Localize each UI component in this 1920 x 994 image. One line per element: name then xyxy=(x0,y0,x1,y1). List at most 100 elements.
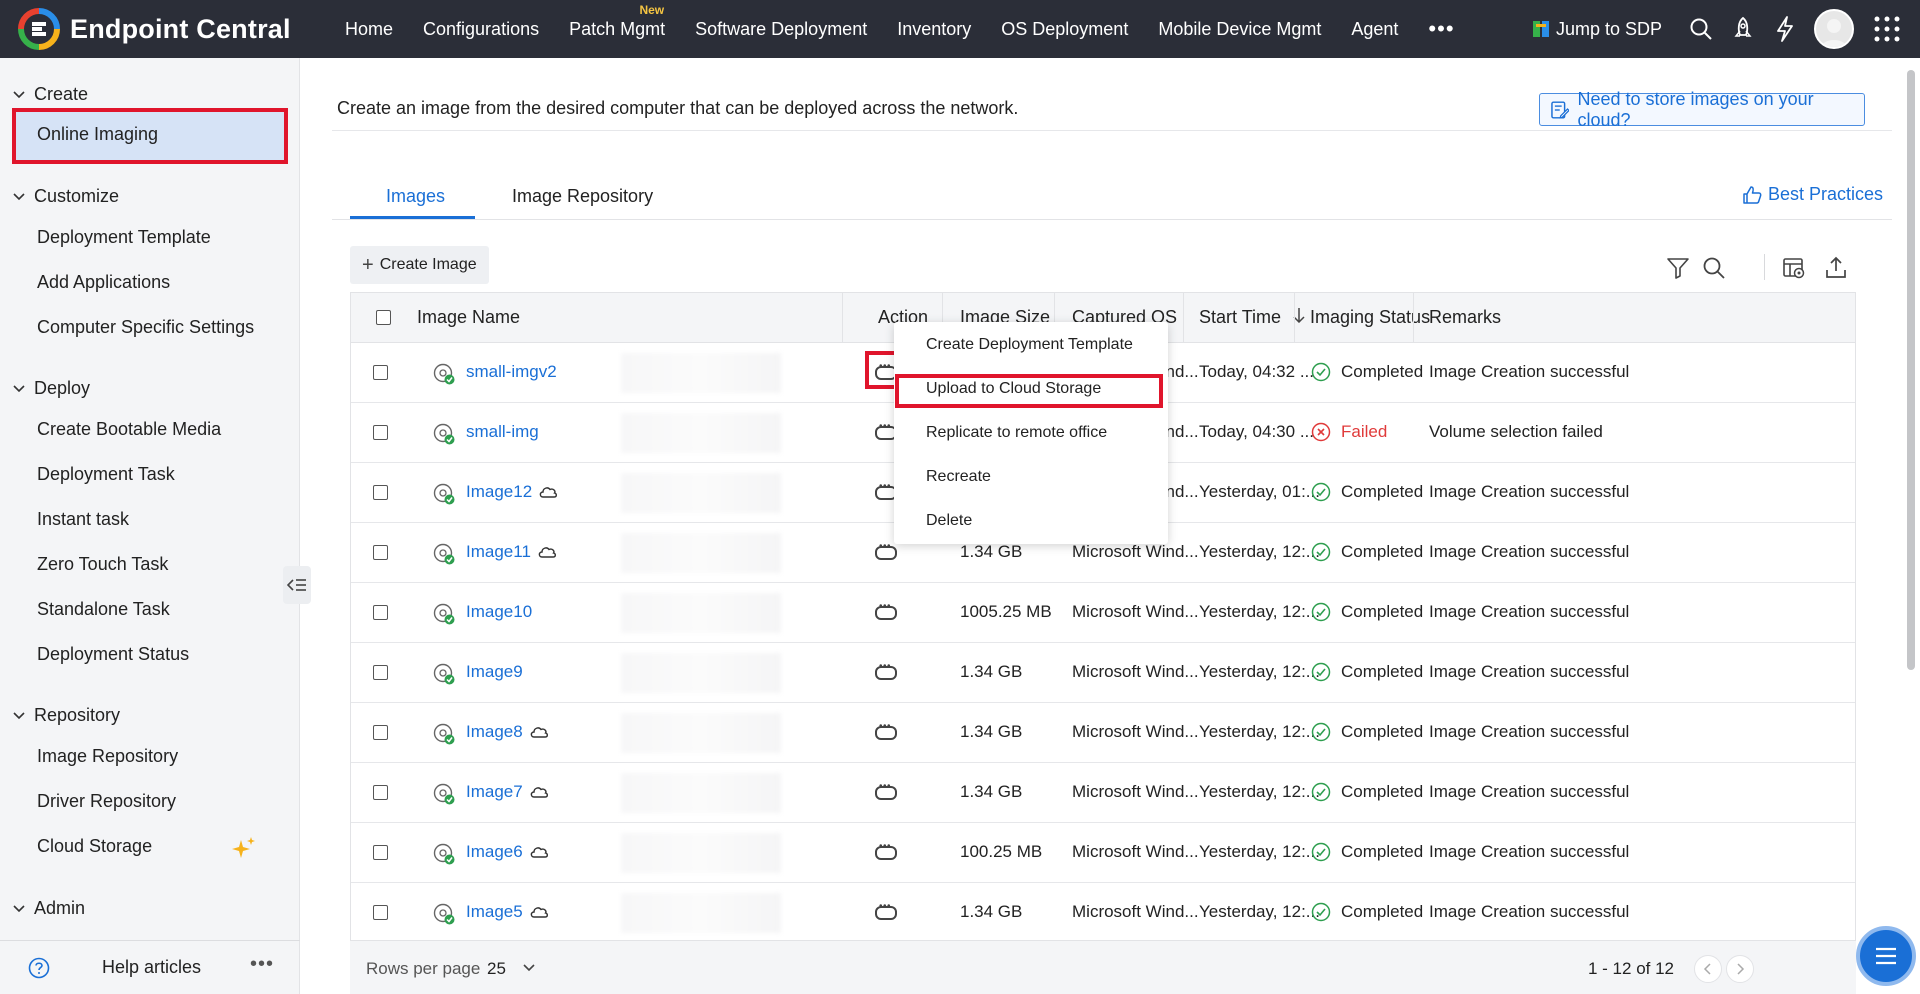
more-actions-icon[interactable] xyxy=(875,721,897,740)
sidebar-item-instant-task[interactable]: Instant task xyxy=(37,509,129,530)
image-icon xyxy=(433,483,455,505)
sidebar-section-customize[interactable]: Customize xyxy=(12,186,119,207)
chevron-down-icon xyxy=(13,384,25,392)
nav-more-button[interactable]: ••• xyxy=(1413,0,1469,58)
sidebar-item-deployment-task[interactable]: Deployment Task xyxy=(37,464,175,485)
menu-recreate[interactable]: Recreate xyxy=(926,468,991,486)
image-name-link[interactable]: Image9 xyxy=(466,662,523,682)
menu-create-deployment-template[interactable]: Create Deployment Template xyxy=(926,336,1133,354)
sidebar-section-deploy[interactable]: Deploy xyxy=(12,378,90,399)
nav-agent-label: Agent xyxy=(1351,18,1399,39)
brand[interactable]: Endpoint Central xyxy=(0,8,330,50)
sidebar-item-image-repository[interactable]: Image Repository xyxy=(37,746,178,767)
best-practices-link[interactable]: Best Practices xyxy=(1742,184,1883,205)
more-options-icon[interactable]: ••• xyxy=(250,953,274,976)
menu-delete[interactable]: Delete xyxy=(926,512,972,530)
lightning-icon[interactable] xyxy=(1772,16,1798,42)
row-checkbox[interactable] xyxy=(373,545,388,560)
image-name-link[interactable]: Image12 xyxy=(466,482,558,502)
nav-mobile-device-mgmt[interactable]: Mobile Device Mgmt xyxy=(1143,0,1336,58)
sidebar-section-repository[interactable]: Repository xyxy=(12,705,120,726)
more-actions-icon[interactable] xyxy=(875,661,897,680)
image-name-link[interactable]: small-img xyxy=(466,422,539,442)
tabs-divider xyxy=(332,219,1892,220)
more-actions-icon[interactable] xyxy=(875,601,897,620)
nav-software-deployment[interactable]: Software Deployment xyxy=(680,0,882,58)
header-image-name[interactable]: Image Name xyxy=(417,307,520,328)
more-actions-icon[interactable] xyxy=(875,901,897,920)
sidebar-item-create-bootable-media[interactable]: Create Bootable Media xyxy=(37,419,221,440)
redacted-cell xyxy=(621,353,781,393)
nav-home[interactable]: Home xyxy=(330,0,408,58)
tab-images[interactable]: Images xyxy=(386,186,445,207)
previous-page-button[interactable] xyxy=(1694,955,1722,983)
sidebar-item-zero-touch-task[interactable]: Zero Touch Task xyxy=(37,554,168,575)
sidebar-item-driver-repository[interactable]: Driver Repository xyxy=(37,791,176,812)
header-remarks[interactable]: Remarks xyxy=(1429,307,1501,328)
sidebar-item-add-applications[interactable]: Add Applications xyxy=(37,272,170,293)
row-checkbox[interactable] xyxy=(373,905,388,920)
menu-replicate-to-remote-office[interactable]: Replicate to remote office xyxy=(926,424,1107,442)
next-page-button[interactable] xyxy=(1726,955,1754,983)
nav-os-deployment[interactable]: OS Deployment xyxy=(986,0,1143,58)
row-checkbox[interactable] xyxy=(373,845,388,860)
chevron-left-icon xyxy=(1703,963,1711,975)
more-actions-icon[interactable] xyxy=(875,781,897,800)
nav-agent[interactable]: Agent xyxy=(1336,0,1413,58)
chevron-down-icon[interactable] xyxy=(522,963,536,973)
rows-per-page-select[interactable]: 25 xyxy=(487,959,506,979)
more-actions-icon[interactable] xyxy=(875,841,897,860)
image-name-link[interactable]: Image7 xyxy=(466,782,549,802)
filter-icon[interactable] xyxy=(1666,256,1690,280)
sidebar-section-create[interactable]: Create xyxy=(12,84,88,105)
sidebar-item-deployment-template[interactable]: Deployment Template xyxy=(37,227,211,248)
row-checkbox[interactable] xyxy=(373,725,388,740)
row-checkbox[interactable] xyxy=(373,605,388,620)
nav-inventory[interactable]: Inventory xyxy=(882,0,986,58)
search-icon[interactable] xyxy=(1702,256,1726,280)
nav-configurations[interactable]: Configurations xyxy=(408,0,554,58)
page-scrollbar[interactable] xyxy=(1902,58,1920,994)
imaging-status: Completed xyxy=(1311,842,1423,862)
row-checkbox[interactable] xyxy=(373,365,388,380)
image-name-link[interactable]: Image8 xyxy=(466,722,549,742)
app-grid-icon[interactable] xyxy=(1874,16,1900,42)
store-images-cloud-button[interactable]: Need to store images on your cloud? xyxy=(1539,89,1865,130)
nav-patch-mgmt[interactable]: New Patch Mgmt xyxy=(554,0,680,58)
success-check-icon xyxy=(1311,602,1331,622)
search-icon[interactable] xyxy=(1688,16,1714,42)
floating-menu-button[interactable] xyxy=(1856,926,1916,986)
export-icon[interactable] xyxy=(1824,256,1848,280)
select-all-checkbox[interactable] xyxy=(376,310,391,325)
user-avatar[interactable] xyxy=(1814,9,1854,49)
help-icon[interactable] xyxy=(28,957,50,979)
imaging-status-text: Failed xyxy=(1341,422,1388,441)
scroll-thumb[interactable] xyxy=(1907,70,1915,670)
header-start-time[interactable]: Start Time xyxy=(1199,307,1306,328)
row-checkbox[interactable] xyxy=(373,425,388,440)
image-name-link[interactable]: Image11 xyxy=(466,542,557,562)
image-name-link[interactable]: Image10 xyxy=(466,602,532,622)
image-name-link[interactable]: Image6 xyxy=(466,842,549,862)
redacted-cell xyxy=(621,833,781,873)
image-name-link[interactable]: small-imgv2 xyxy=(466,362,557,382)
jump-to-sdp-link[interactable]: Jump to SDP xyxy=(1532,19,1662,40)
row-checkbox[interactable] xyxy=(373,485,388,500)
help-articles-link[interactable]: Help articles xyxy=(102,957,201,978)
sidebar-item-cloud-storage[interactable]: Cloud Storage xyxy=(37,836,152,857)
column-settings-icon[interactable] xyxy=(1782,256,1806,280)
row-checkbox[interactable] xyxy=(373,665,388,680)
sidebar-item-online-imaging[interactable]: Online Imaging xyxy=(12,108,288,164)
more-actions-icon[interactable] xyxy=(875,541,897,560)
sidebar-section-admin[interactable]: Admin xyxy=(12,898,85,919)
store-images-cloud-label: Need to store images on your cloud? xyxy=(1577,88,1814,130)
image-name-link[interactable]: Image5 xyxy=(466,902,549,922)
row-checkbox[interactable] xyxy=(373,785,388,800)
remarks: Image Creation successful xyxy=(1429,542,1630,561)
sidebar-item-deployment-status[interactable]: Deployment Status xyxy=(37,644,189,665)
sidebar-item-computer-specific-settings[interactable]: Computer Specific Settings xyxy=(37,317,254,338)
rocket-icon[interactable] xyxy=(1730,16,1756,42)
sidebar-item-standalone-task[interactable]: Standalone Task xyxy=(37,599,170,620)
create-image-button[interactable]: + Create Image xyxy=(350,246,489,284)
tab-image-repository[interactable]: Image Repository xyxy=(512,186,653,207)
